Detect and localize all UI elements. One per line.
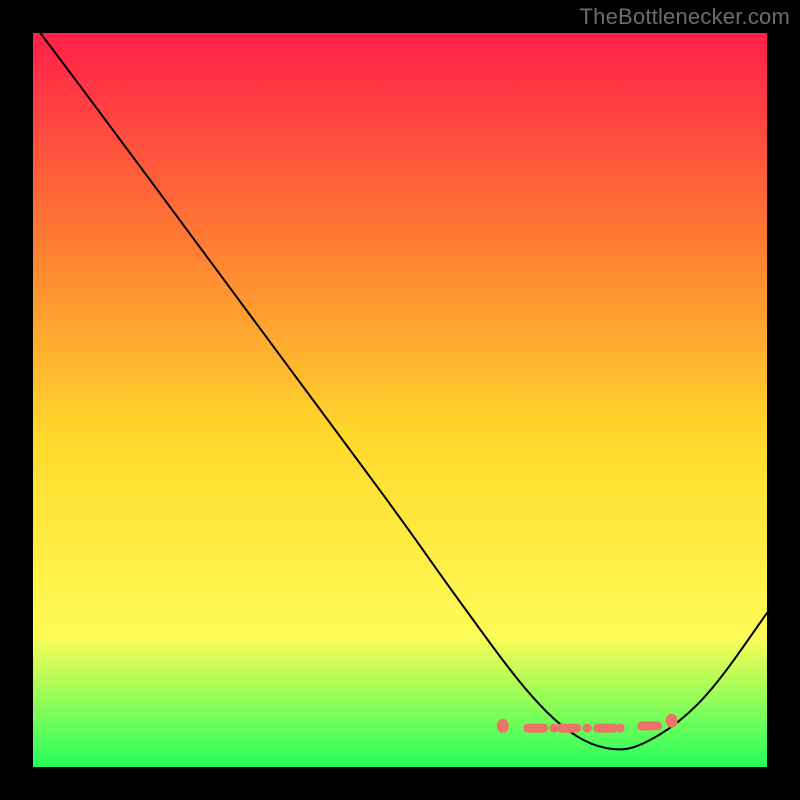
plot-svg [33,33,767,767]
attribution-label: TheBottlenecker.com [580,4,790,30]
gradient-background [33,33,767,767]
chart-frame: TheBottlenecker.com [0,0,800,800]
plot-area [33,33,767,767]
